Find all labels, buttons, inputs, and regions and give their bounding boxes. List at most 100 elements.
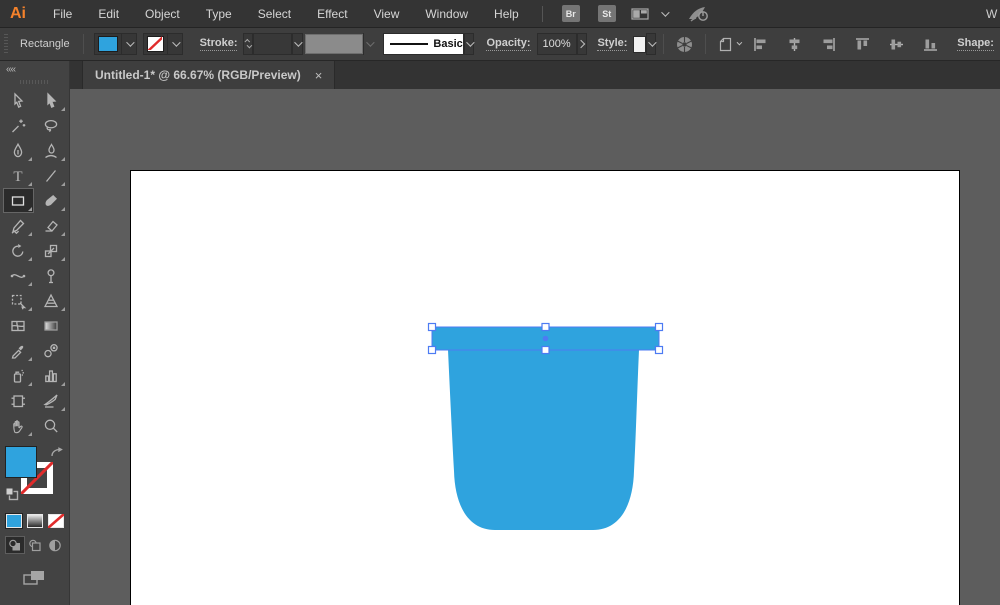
selection-handle-bottom-right[interactable] bbox=[654, 345, 664, 355]
none-button[interactable] bbox=[47, 514, 64, 528]
align-right-icon[interactable] bbox=[816, 34, 841, 55]
tool-magic-wand[interactable] bbox=[3, 113, 34, 138]
tool-direct-selection[interactable] bbox=[36, 88, 67, 113]
menu-help[interactable]: Help bbox=[481, 0, 532, 28]
tool-scale[interactable] bbox=[36, 238, 67, 263]
tool-pen[interactable] bbox=[3, 138, 34, 163]
tool-type[interactable]: T bbox=[3, 163, 34, 188]
variable-width-profile-dropdown[interactable]: Basic bbox=[383, 33, 464, 55]
tool-puppet-warp[interactable] bbox=[36, 263, 67, 288]
tool-blend[interactable] bbox=[36, 338, 67, 363]
stroke-color-chevron-icon[interactable] bbox=[166, 33, 182, 55]
tool-perspective-grid[interactable] bbox=[36, 288, 67, 313]
arrange-documents-button[interactable] bbox=[631, 7, 649, 21]
paint-mode-row bbox=[4, 513, 64, 529]
menu-object[interactable]: Object bbox=[132, 0, 193, 28]
tab-close-icon[interactable]: × bbox=[315, 68, 323, 83]
tool-selection[interactable] bbox=[3, 88, 34, 113]
tool-paintbrush[interactable] bbox=[36, 188, 67, 213]
stroke-weight-chevron-icon[interactable] bbox=[291, 33, 303, 55]
tool-curvature[interactable] bbox=[36, 138, 67, 163]
style-link[interactable]: Style: bbox=[597, 37, 628, 51]
tool-column-graph[interactable] bbox=[36, 363, 67, 388]
tool-line-segment[interactable] bbox=[36, 163, 67, 188]
align-bottom-icon[interactable] bbox=[918, 34, 943, 55]
tool-eyedropper[interactable] bbox=[3, 338, 34, 363]
toolbar-grip[interactable] bbox=[19, 80, 50, 84]
recolor-artwork-icon[interactable] bbox=[671, 33, 698, 56]
tool-rotate[interactable] bbox=[3, 238, 34, 263]
tool-gradient[interactable] bbox=[36, 313, 67, 338]
stock-button[interactable]: St bbox=[597, 5, 616, 22]
menu-window[interactable]: Window bbox=[412, 0, 481, 28]
tool-free-transform[interactable] bbox=[3, 288, 34, 313]
selection-handle-top-left[interactable] bbox=[427, 322, 437, 332]
active-tool-name: Rectangle bbox=[20, 38, 70, 50]
bucket-body-shape[interactable] bbox=[448, 350, 639, 530]
tool-eraser[interactable] bbox=[36, 213, 67, 238]
align-vcenter-icon[interactable] bbox=[884, 34, 909, 55]
change-screen-mode-icon[interactable] bbox=[0, 568, 69, 588]
tool-hand[interactable] bbox=[3, 413, 34, 438]
opacity-expand-icon[interactable] bbox=[576, 33, 588, 55]
draw-behind-icon[interactable] bbox=[25, 536, 45, 554]
tool-width[interactable] bbox=[3, 263, 34, 288]
document-tab-title: Untitled-1* @ 66.67% (RGB/Preview) bbox=[95, 68, 301, 82]
graphic-style-chevron-icon[interactable] bbox=[645, 33, 657, 55]
selection-handle-bottom-left[interactable] bbox=[427, 345, 437, 355]
gradient-button[interactable] bbox=[26, 514, 43, 528]
menu-edit[interactable]: Edit bbox=[85, 0, 132, 28]
tool-symbol-sprayer[interactable] bbox=[3, 363, 34, 388]
align-buttons bbox=[748, 34, 943, 55]
menu-select[interactable]: Select bbox=[245, 0, 304, 28]
fill-color-chevron-icon[interactable] bbox=[120, 33, 136, 55]
default-fill-stroke-icon[interactable] bbox=[5, 487, 19, 506]
controlbar-grip[interactable] bbox=[4, 34, 9, 54]
stroke-weight-stepper[interactable] bbox=[243, 33, 253, 55]
tool-slice[interactable] bbox=[36, 388, 67, 413]
fill-color-swatch[interactable] bbox=[97, 36, 118, 52]
document-tab[interactable]: Untitled-1* @ 66.67% (RGB/Preview) × bbox=[82, 61, 336, 89]
menu-file[interactable]: File bbox=[40, 0, 85, 28]
bridge-button[interactable]: Br bbox=[561, 5, 580, 22]
swap-fill-stroke-icon[interactable] bbox=[50, 446, 63, 464]
tool-zoom[interactable] bbox=[36, 413, 67, 438]
stroke-style-value: Basic bbox=[433, 38, 463, 50]
draw-normal-icon[interactable] bbox=[4, 536, 25, 554]
workspace-switcher-cut[interactable]: W bbox=[986, 0, 998, 28]
tool-shaper[interactable] bbox=[3, 213, 34, 238]
stroke-preview-line bbox=[390, 42, 429, 46]
selection-center-point[interactable] bbox=[542, 335, 549, 342]
opacity-field[interactable]: 100% bbox=[536, 33, 577, 55]
tool-artboard[interactable] bbox=[3, 388, 34, 413]
tool-lasso[interactable] bbox=[36, 113, 67, 138]
tool-rectangle[interactable] bbox=[2, 188, 34, 213]
draw-inside-icon[interactable] bbox=[45, 536, 65, 554]
align-left-icon[interactable] bbox=[748, 34, 773, 55]
toolbar-collapse-icon[interactable]: «« bbox=[0, 61, 69, 75]
selection-handle-top-right[interactable] bbox=[654, 322, 664, 332]
menu-type[interactable]: Type bbox=[193, 0, 245, 28]
fill-indicator-swatch[interactable] bbox=[4, 446, 37, 478]
gpu-performance-icon[interactable] bbox=[687, 5, 711, 23]
stroke-style-chevron-icon[interactable] bbox=[463, 33, 475, 55]
menu-view[interactable]: View bbox=[361, 0, 413, 28]
tool-mesh[interactable] bbox=[3, 313, 34, 338]
selection-handle-bottom-center[interactable] bbox=[541, 345, 550, 355]
graphic-style-swatch[interactable] bbox=[633, 35, 646, 53]
stroke-panel-link[interactable]: Stroke: bbox=[199, 37, 238, 51]
align-center-icon[interactable] bbox=[782, 34, 807, 55]
stroke-weight-field[interactable] bbox=[252, 33, 292, 55]
controlbar-separator bbox=[663, 34, 665, 54]
color-button[interactable] bbox=[4, 513, 23, 529]
align-top-icon[interactable] bbox=[850, 34, 875, 55]
stroke-color-swatch[interactable] bbox=[146, 36, 164, 52]
canvas-pasteboard[interactable] bbox=[70, 89, 1000, 605]
shape-link[interactable]: Shape: bbox=[957, 37, 994, 51]
tool-grid: T bbox=[2, 88, 68, 438]
align-to-dropdown[interactable] bbox=[713, 34, 744, 55]
opacity-link[interactable]: Opacity: bbox=[486, 37, 531, 51]
menu-effect[interactable]: Effect bbox=[304, 0, 360, 28]
arrange-documents-chevron-icon[interactable] bbox=[660, 7, 670, 17]
selection-handle-top-center[interactable] bbox=[541, 322, 550, 332]
